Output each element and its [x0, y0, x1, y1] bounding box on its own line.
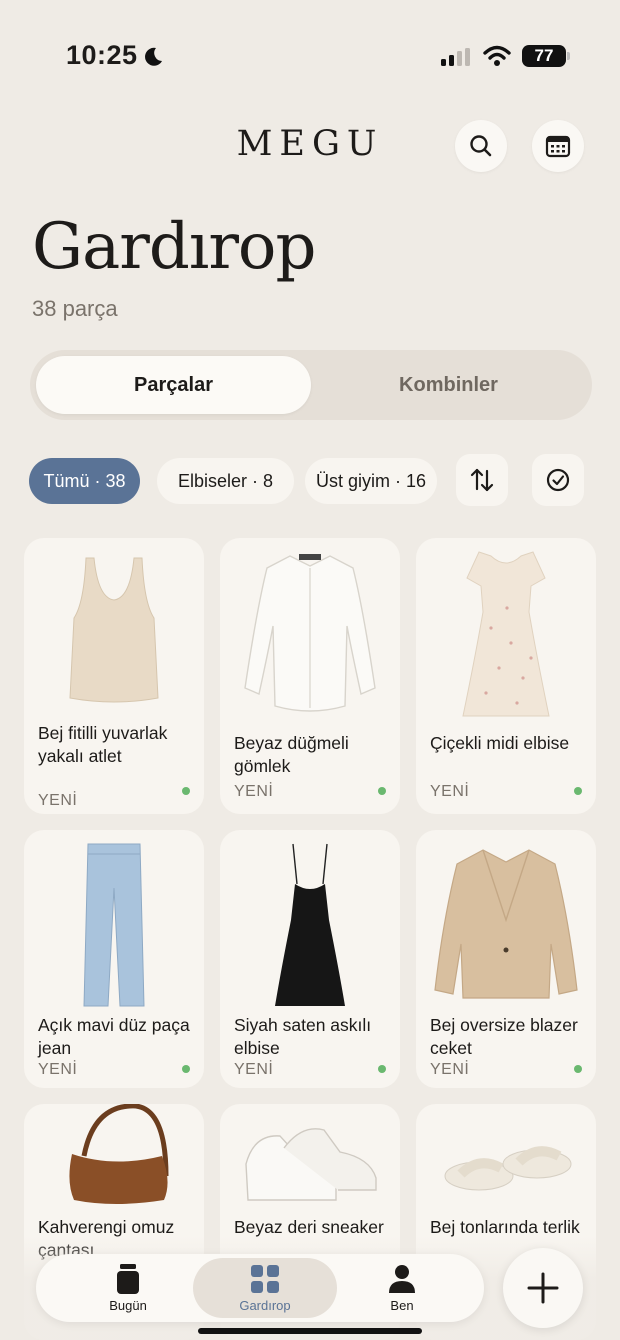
status-time: 10:25 [66, 40, 138, 70]
segmented-control: Parçalar Kombinler [30, 350, 592, 420]
check-circle-icon [546, 468, 570, 492]
segment-items[interactable]: Parçalar [36, 356, 311, 414]
status-bar: 10:25 77 [0, 0, 620, 110]
item-name: Siyah saten askılı elbise [234, 1015, 372, 1058]
add-item-button[interactable] [503, 1248, 583, 1328]
tab-label: Ben [390, 1298, 414, 1313]
brand-logo: MEGU [236, 124, 384, 164]
item-card[interactable]: Bej fitilli yuvarlak yakalı atlet YENİ [24, 538, 204, 814]
new-indicator-dot [378, 787, 386, 795]
filter-chip-all[interactable]: Tümü · 38 [29, 458, 140, 504]
search-icon [470, 135, 492, 157]
item-card[interactable]: Beyaz düğmeli gömlek YENİ [220, 538, 400, 814]
home-indicator [198, 1328, 422, 1334]
calendar-button[interactable] [532, 120, 584, 172]
new-tag: YENİ [38, 792, 78, 809]
battery-indicator: 77 [522, 45, 566, 67]
sort-button[interactable] [456, 454, 508, 506]
item-name: Beyaz düğmeli gömlek [234, 733, 349, 776]
new-tag: YENİ [38, 1061, 78, 1078]
sort-arrows-icon [470, 468, 494, 492]
dress-icon [416, 548, 596, 720]
wifi-icon [483, 45, 511, 66]
item-name: Açık mavi düz paça jean [38, 1015, 190, 1058]
filter-chip-tops[interactable]: Üst giyim · 16 [305, 458, 437, 504]
item-card[interactable]: Çiçekli midi elbise YENİ [416, 538, 596, 814]
search-button[interactable] [455, 120, 507, 172]
segment-outfits[interactable]: Kombinler [311, 356, 586, 414]
bag-icon [24, 1104, 204, 1216]
tab-label: Gardırop [239, 1298, 291, 1313]
item-card[interactable]: Bej oversize blazer ceket YENİ [416, 830, 596, 1088]
item-name: Çiçekli midi elbise [430, 733, 570, 753]
today-icon [117, 1264, 139, 1294]
grid-icon [251, 1265, 279, 1293]
select-button[interactable] [532, 454, 584, 506]
tab-wardrobe[interactable]: Gardırop [193, 1258, 337, 1318]
item-count: 38 parça [32, 296, 118, 321]
tank-top-icon [24, 548, 204, 708]
battery-tip [567, 52, 570, 60]
blazer-icon [416, 840, 596, 1000]
new-indicator-dot [182, 1065, 190, 1073]
signal-icon [441, 48, 470, 66]
tab-bar: Bugün Gardırop Ben [36, 1254, 484, 1322]
page-title: Gardırop [32, 210, 316, 284]
tab-profile[interactable]: Ben [330, 1258, 474, 1318]
profile-icon [389, 1265, 415, 1293]
new-tag: YENİ [234, 783, 274, 800]
item-name: Bej fitilli yuvarlak yakalı atlet [38, 723, 168, 766]
slip-dress-icon [220, 840, 400, 1010]
jeans-icon [24, 840, 204, 1010]
new-indicator-dot [574, 1065, 582, 1073]
filter-chip-dresses[interactable]: Elbiseler · 8 [157, 458, 294, 504]
tab-label: Bugün [109, 1298, 147, 1313]
item-card[interactable]: Açık mavi düz paça jean YENİ [24, 830, 204, 1088]
item-name: Bej oversize blazer ceket [430, 1015, 578, 1058]
new-indicator-dot [574, 787, 582, 795]
moon-icon [145, 47, 162, 66]
item-card[interactable]: Siyah saten askılı elbise YENİ [220, 830, 400, 1088]
new-indicator-dot [378, 1065, 386, 1073]
new-tag: YENİ [430, 783, 470, 800]
new-tag: YENİ [234, 1061, 274, 1078]
plus-icon [527, 1272, 559, 1304]
calendar-icon [545, 135, 571, 158]
sneaker-icon [220, 1124, 400, 1210]
slides-icon [416, 1134, 596, 1204]
shirt-icon [220, 548, 400, 718]
new-indicator-dot [182, 787, 190, 795]
tab-today[interactable]: Bugün [56, 1258, 200, 1318]
new-tag: YENİ [430, 1061, 470, 1078]
